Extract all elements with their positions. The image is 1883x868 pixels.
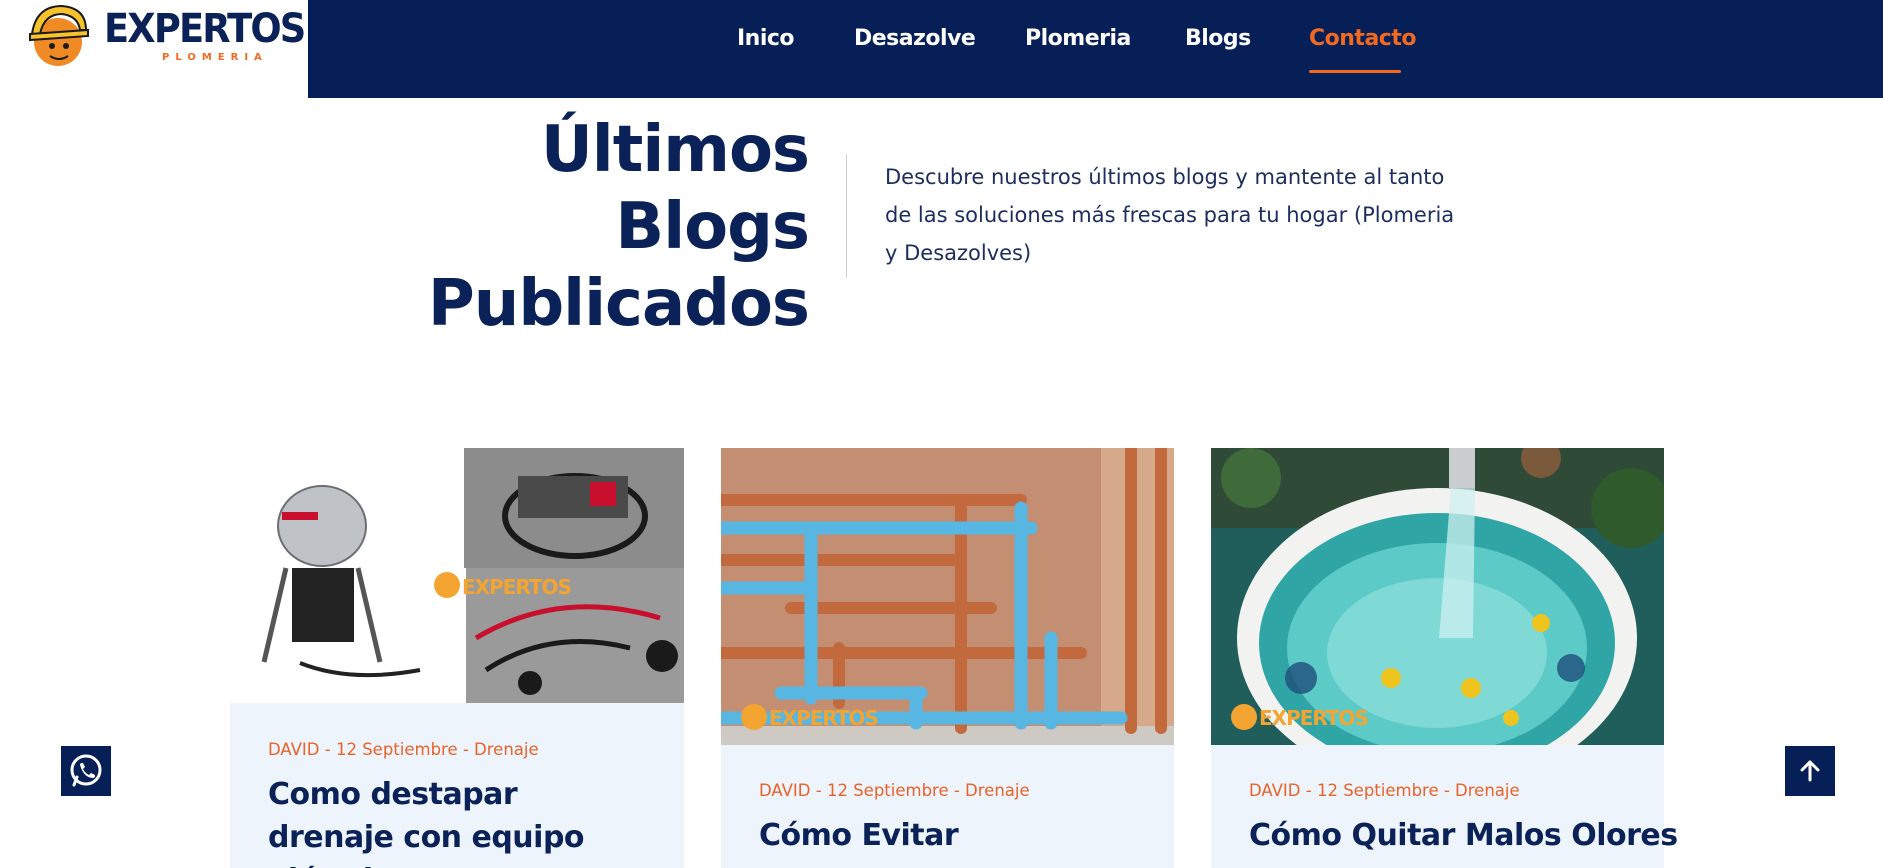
blog-card-body: DAVID - 12 Septiembre - Drenaje Como des…: [230, 703, 684, 868]
nav-item-inicio[interactable]: Inico: [737, 26, 795, 51]
logo[interactable]: EXPERTOS PLOMERIA: [0, 0, 308, 98]
whatsapp-icon: [70, 754, 102, 787]
nav-item-desazolve[interactable]: Desazolve: [854, 26, 976, 51]
basin-image: [1211, 448, 1664, 745]
section-title-line: Publicados: [427, 267, 810, 341]
blog-card-title[interactable]: Cómo Evitar: [759, 814, 1149, 857]
blog-card-image[interactable]: EXPERTOS: [721, 448, 1174, 745]
nav-item-plomeria[interactable]: Plomeria: [1025, 26, 1131, 51]
arrow-up-icon: [1800, 760, 1820, 782]
blog-card-meta: DAVID - 12 Septiembre - Drenaje: [1249, 781, 1520, 800]
nav-item-contacto[interactable]: Contacto: [1309, 26, 1416, 51]
blog-card[interactable]: EXPERTOS DAVID - 12 Septiembre - Drenaje…: [721, 448, 1174, 868]
image-watermark: EXPERTOS: [769, 706, 879, 730]
image-watermark: EXPERTOS: [462, 575, 572, 599]
plumber-mascot-icon: [29, 4, 89, 66]
blog-card[interactable]: EXPERTOS DAVID - 12 Septiembre - Drenaje…: [1211, 448, 1678, 868]
blog-card-title[interactable]: Como destapar drenaje con equipo eléctri…: [268, 773, 648, 868]
vertical-divider: [846, 154, 847, 278]
scroll-to-top-button[interactable]: [1785, 746, 1835, 796]
image-watermark: EXPERTOS: [1259, 706, 1369, 730]
section-title-line: Últimos: [540, 113, 810, 187]
blog-card-image[interactable]: EXPERTOS: [230, 448, 684, 703]
section-title: Últimos Blogs Publicados: [427, 112, 810, 343]
blog-card[interactable]: EXPERTOS DAVID - 12 Septiembre - Drenaje…: [230, 448, 684, 868]
active-nav-indicator: [1309, 70, 1401, 73]
section-title-line: Blogs: [615, 190, 810, 264]
nav-item-blogs[interactable]: Blogs: [1185, 26, 1251, 51]
pipes-wall-image: [721, 448, 1174, 745]
watermark-logo-icon: [741, 704, 767, 730]
blog-card-meta: DAVID - 12 Septiembre - Drenaje: [759, 781, 1030, 800]
watermark-logo-icon: [434, 572, 460, 598]
brand-tagline: PLOMERIA: [162, 52, 268, 63]
top-navbar: Inico Desazolve Plomeria Blogs Contacto: [308, 0, 1883, 98]
section-description: Descubre nuestros últimos blogs y manten…: [885, 165, 1455, 265]
watermark-logo-icon: [1231, 704, 1257, 730]
drain-machine-image: [230, 448, 684, 703]
blog-card-image[interactable]: EXPERTOS: [1211, 448, 1664, 745]
whatsapp-button[interactable]: [61, 746, 111, 796]
brand-name: EXPERTOS: [104, 6, 306, 52]
blog-card-title[interactable]: Cómo Quitar Malos Olores: [1249, 814, 1678, 857]
blog-card-meta: DAVID - 12 Septiembre - Drenaje: [268, 740, 539, 759]
